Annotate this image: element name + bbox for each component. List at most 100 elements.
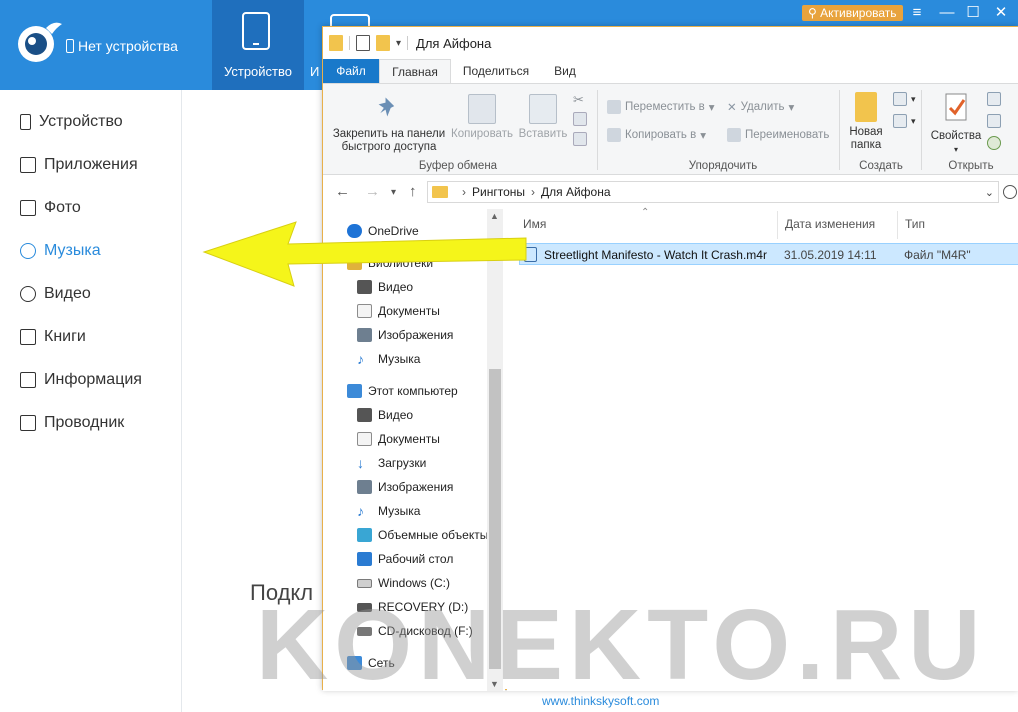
nav-item-pictures[interactable]: Изображения xyxy=(357,325,453,345)
nav-item-music[interactable]: ♪ Музыка xyxy=(357,349,420,369)
cut-button[interactable]: ✂ xyxy=(573,92,584,108)
separator xyxy=(407,36,409,50)
nav-item-desktop[interactable]: Рабочий стол xyxy=(357,549,453,569)
nav-item-network[interactable]: Сеть xyxy=(347,653,395,673)
history-button[interactable] xyxy=(987,136,1001,150)
tab-partial[interactable]: И xyxy=(310,64,319,79)
history-icon xyxy=(987,136,1001,150)
address-bar[interactable]: › Рингтоны › Для Айфона ⌄ xyxy=(427,181,999,203)
pin-label-2: быстрого доступа xyxy=(341,141,437,153)
copy-path-button[interactable] xyxy=(573,112,587,126)
tab-file[interactable]: Файл xyxy=(323,59,379,83)
nav-item-label: Музыка xyxy=(378,504,421,518)
back-button[interactable]: ← xyxy=(335,183,350,200)
nav-item-video-pc[interactable]: Видео xyxy=(357,405,413,425)
group-clipboard-label: Буфер обмена xyxy=(418,160,498,172)
nav-item-drive-d[interactable]: RECOVERY (D:) xyxy=(357,597,468,617)
menu-icon[interactable]: ≡ xyxy=(906,3,928,23)
tab-share[interactable]: Поделиться xyxy=(455,59,537,83)
delete-button[interactable]: ✕ Удалить ▾ xyxy=(727,100,794,114)
chevron-down-icon[interactable]: ⌄ xyxy=(985,186,994,199)
ribbon-tabs: Файл Главная Поделиться Вид xyxy=(323,59,1018,83)
new-folder-button[interactable]: Новая папка xyxy=(843,92,889,152)
copy-to-button[interactable]: Копировать в ▾ xyxy=(607,128,706,142)
maximize-button[interactable]: ☐ xyxy=(962,3,984,23)
paste-button[interactable]: Вставить xyxy=(515,94,571,141)
nav-item-drive-f[interactable]: CD-дисковод (F:) xyxy=(357,621,473,641)
nav-item-label: CD-дисковод (F:) xyxy=(378,624,473,638)
easy-access-button[interactable]: ▾ xyxy=(893,114,916,128)
column-divider[interactable] xyxy=(897,211,898,239)
video-icon xyxy=(357,408,372,422)
cube-icon xyxy=(357,528,372,542)
breadcrumb-current[interactable]: Для Айфона xyxy=(541,185,611,199)
sidebar-item-device[interactable]: Устройство xyxy=(20,111,123,133)
rename-button[interactable]: Переименовать xyxy=(727,128,829,142)
itools-logo xyxy=(18,22,62,62)
app-sidebar: Устройство Приложения Фото Музыка Видео … xyxy=(0,90,182,712)
sidebar-item-apps[interactable]: Приложения xyxy=(20,154,138,176)
properties-icon[interactable] xyxy=(356,35,370,51)
address-row: ← → ▾ ↑ › Рингтоны › Для Айфона ⌄ xyxy=(323,175,1018,209)
music-note-icon: ♪ xyxy=(357,351,364,367)
breadcrumb-root[interactable]: Рингтоны xyxy=(472,185,525,199)
book-icon xyxy=(20,329,36,345)
sidebar-item-explorer[interactable]: Проводник xyxy=(20,412,124,434)
up-button[interactable]: ↑ xyxy=(409,183,417,200)
tab-device[interactable]: Устройство xyxy=(212,0,304,90)
edit-button[interactable] xyxy=(987,114,1001,128)
column-divider[interactable] xyxy=(777,211,778,239)
download-arrow-icon: ↓ xyxy=(357,455,364,471)
pin-quick-access-button[interactable]: Закрепить на панели быстрого доступа xyxy=(329,94,449,154)
close-button[interactable]: ✕ xyxy=(990,3,1012,23)
column-type[interactable]: Тип xyxy=(905,217,925,231)
sidebar-item-music[interactable]: Музыка xyxy=(20,240,101,262)
apps-icon xyxy=(20,157,36,173)
new-item-button[interactable]: ▾ xyxy=(893,92,916,106)
sidebar-item-books[interactable]: Книги xyxy=(20,326,86,348)
qa-dropdown-icon[interactable]: ▾ xyxy=(396,38,401,49)
nav-item-3d-objects[interactable]: Объемные объекты xyxy=(357,525,488,545)
nav-item-label: Рабочий стол xyxy=(378,552,454,566)
footer-link[interactable]: www.thinkskysoft.com xyxy=(542,694,659,708)
forward-button[interactable]: → xyxy=(365,183,380,200)
scroll-thumb[interactable] xyxy=(489,369,501,669)
refresh-icon[interactable] xyxy=(1003,185,1017,199)
open-button[interactable] xyxy=(987,92,1001,106)
move-to-button[interactable]: Переместить в ▾ xyxy=(607,100,715,114)
recent-dropdown-button[interactable]: ▾ xyxy=(391,187,396,198)
nav-item-label: Изображения xyxy=(378,480,454,494)
new-folder-icon[interactable] xyxy=(376,35,390,51)
sidebar-item-photo[interactable]: Фото xyxy=(20,197,81,219)
folder-icon xyxy=(20,415,36,431)
pictures-icon xyxy=(357,328,372,342)
tab-view[interactable]: Вид xyxy=(545,59,585,83)
file-row[interactable]: Streetlight Manifesto - Watch It Crash.m… xyxy=(519,243,1018,265)
paste-shortcut-button[interactable] xyxy=(573,132,587,146)
nav-item-pictures-pc[interactable]: Изображения xyxy=(357,477,453,497)
copy-button[interactable]: Копировать xyxy=(449,94,515,141)
minimize-button[interactable]: — xyxy=(936,3,958,23)
tab-home[interactable]: Главная xyxy=(379,59,451,83)
properties-button[interactable]: Свойства ▾ xyxy=(925,92,987,156)
activate-label: Активировать xyxy=(820,6,897,20)
edit-icon xyxy=(987,114,1001,128)
nav-item-label: Этот компьютер xyxy=(368,384,458,398)
nav-item-music-pc[interactable]: ♪ Музыка xyxy=(357,501,420,521)
activate-button[interactable]: ⚲ Активировать xyxy=(802,5,903,21)
group-separator xyxy=(921,90,922,170)
group-separator xyxy=(597,90,598,170)
nav-item-this-pc[interactable]: Этот компьютер xyxy=(347,381,458,401)
sidebar-item-info[interactable]: Информация xyxy=(20,369,142,391)
sidebar-item-video[interactable]: Видео xyxy=(20,283,91,305)
nav-item-documents-pc[interactable]: Документы xyxy=(357,429,440,449)
scroll-down-icon[interactable]: ▼ xyxy=(490,679,499,689)
nav-item-documents[interactable]: Документы xyxy=(357,301,440,321)
connect-prompt: Подкл xyxy=(250,580,314,605)
nav-item-drive-c[interactable]: Windows (C:) xyxy=(357,573,450,593)
nav-item-downloads[interactable]: ↓ Загрузки xyxy=(357,453,426,473)
column-date[interactable]: Дата изменения xyxy=(785,217,875,231)
sidebar-item-label: Видео xyxy=(44,285,91,302)
phone-icon xyxy=(20,114,31,130)
group-organize-label: Упорядочить xyxy=(688,160,758,172)
